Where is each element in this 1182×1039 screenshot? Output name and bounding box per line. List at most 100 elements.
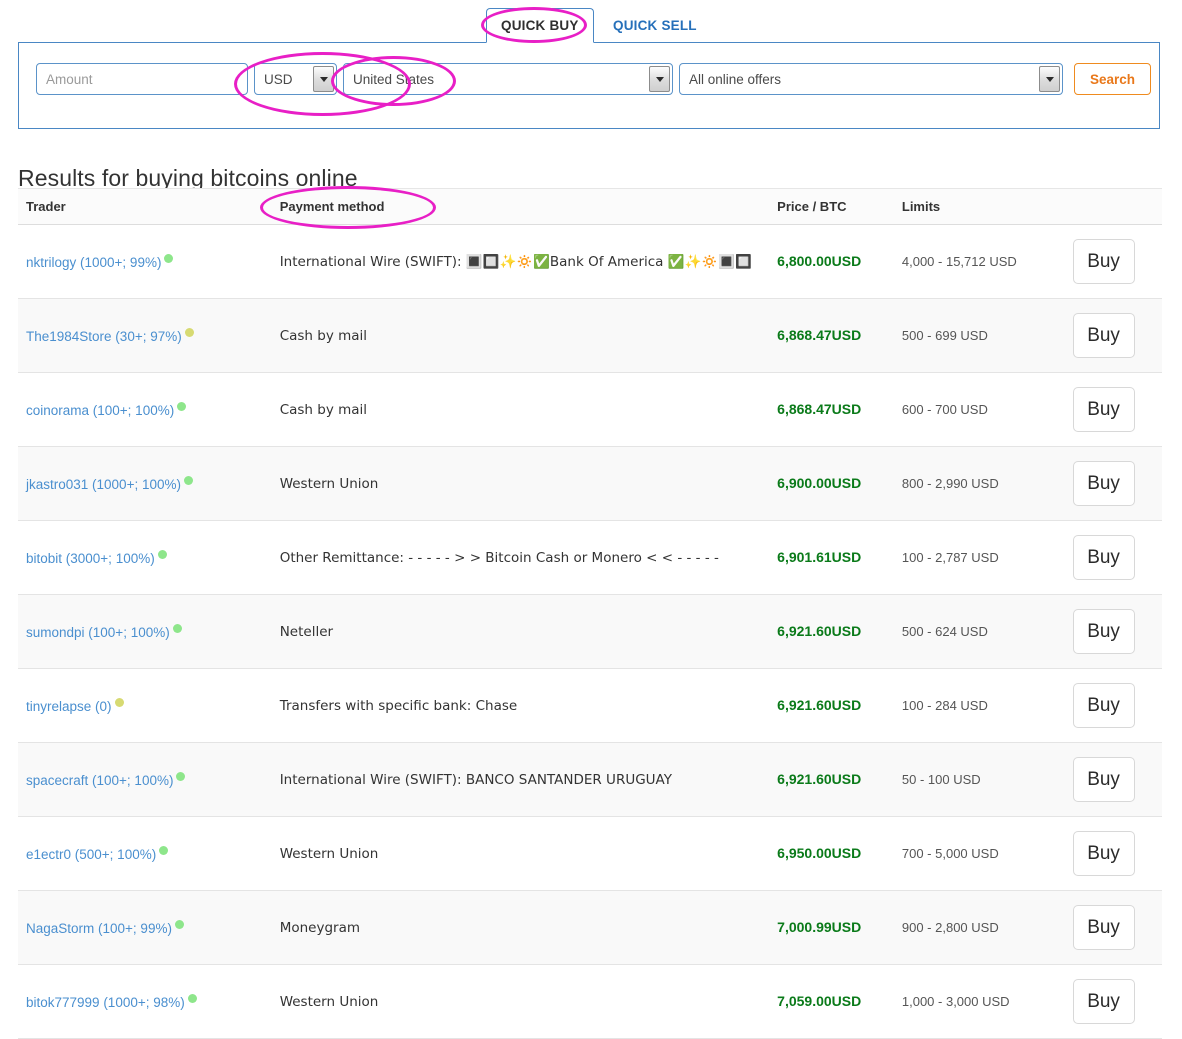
status-dot-online [176,771,186,781]
column-header-price: Price / BTC [769,188,894,225]
table-row: bitok777999 (1000+; 98%) Western Union 7,0… [18,964,1162,1039]
price-value: 7,059.00 [777,993,832,1009]
cell-payment-method: Neteller [271,594,770,669]
column-header-payment-method: Payment method [271,188,770,225]
search-button[interactable]: Search [1074,63,1152,95]
cell-limits: 1,000 - 3,000 USD [893,964,1065,1039]
price-currency: USD [831,697,862,713]
limits-value: 500 - 699 USD [901,328,988,343]
trader-link[interactable]: bitok777999 (1000+; 98%) [26,995,185,1010]
payment-method-text: Moneygram [279,919,360,936]
cell-limits: 50 - 100 USD [893,742,1065,817]
trader-link[interactable]: jkastro031 (1000+; 100%) [26,477,181,492]
cell-limits: 800 - 2,990 USD [893,446,1065,521]
trader-link[interactable]: sumondpi (100+; 100%) [26,625,170,640]
trader-link[interactable]: tinyrelapse (0) [26,699,112,714]
search-panel: USD United States All online offers Sear… [18,42,1160,129]
buy-button[interactable]: Buy [1072,905,1135,950]
trader-link[interactable]: spacecraft (100+; 100%) [26,773,173,788]
cell-action: Buy [1064,742,1162,817]
table-row: nktrilogy (1000+; 99%) International Wire… [18,224,1162,299]
offers-table: Trader Payment method Price / BTC Limits… [18,188,1162,1039]
currency-select[interactable]: USD [254,63,337,95]
cell-trader: spacecraft (100+; 100%) [18,742,272,817]
trader-link[interactable]: The1984Store (30+; 97%) [26,329,182,344]
cell-trader: sumondpi (100+; 100%) [18,594,272,669]
buy-button[interactable]: Buy [1072,683,1135,728]
cell-limits: 500 - 624 USD [893,594,1065,669]
cell-trader: e1ectr0 (500+; 100%) [18,816,272,891]
cell-limits: 900 - 2,800 USD [893,890,1065,965]
cell-price: 7,000.99USD [769,890,894,965]
table-body: nktrilogy (1000+; 99%) International Wire… [18,224,1162,1039]
trader-link[interactable]: nktrilogy (1000+; 99%) [26,255,161,270]
payment-method-text: International Wire (SWIFT): 🔳🔲✨🔅✅Bank Of… [279,253,752,270]
column-header-trader: Trader [18,188,272,225]
trader-link[interactable]: bitobit (3000+; 100%) [26,551,155,566]
status-dot-online [157,549,167,559]
cell-price: 6,868.47USD [769,298,894,373]
cell-trader: coinorama (100+; 100%) [18,372,272,447]
table-row: e1ectr0 (500+; 100%) Western Union 6,950.0… [18,816,1162,891]
country-select[interactable]: United States [343,63,673,95]
tab-bar: QUICK BUY QUICK SELL [18,8,1162,44]
buy-button[interactable]: Buy [1072,239,1135,284]
tab-quick-buy[interactable]: QUICK BUY [486,8,594,43]
buy-button[interactable]: Buy [1072,979,1135,1024]
offers-select[interactable]: All online offers [679,63,1063,95]
cell-action: Buy [1064,594,1162,669]
trader-link[interactable]: NagaStorm (100+; 99%) [26,921,172,936]
payment-method-text: International Wire (SWIFT): BANCO SANTAN… [279,771,672,788]
buy-button[interactable]: Buy [1072,831,1135,876]
cell-action: Buy [1064,668,1162,743]
table-row: spacecraft (100+; 100%) International Wir… [18,742,1162,817]
price-currency: USD [831,919,862,935]
limits-value: 4,000 - 15,712 USD [901,254,1017,269]
cell-payment-method: Cash by mail [271,298,770,373]
chevron-down-icon [649,66,670,92]
price-value: 6,901.61 [777,549,832,565]
cell-price: 6,950.00USD [769,816,894,891]
buy-button[interactable]: Buy [1072,609,1135,654]
price-value: 6,921.60 [777,771,832,787]
tab-quick-sell[interactable]: QUICK SELL [598,8,712,43]
price-value: 7,000.99 [777,919,832,935]
price-currency: USD [831,623,862,639]
buy-button[interactable]: Buy [1072,535,1135,580]
cell-payment-method: International Wire (SWIFT): BANCO SANTAN… [271,742,770,817]
limits-value: 1,000 - 3,000 USD [901,994,1010,1009]
status-dot-online [172,623,182,633]
country-select-value: United States [353,71,435,87]
status-dot-online [164,253,174,263]
buy-button[interactable]: Buy [1072,461,1135,506]
cell-action: Buy [1064,298,1162,373]
buy-button[interactable]: Buy [1072,387,1135,432]
price-currency: USD [831,549,862,565]
price-value: 6,800.00 [777,253,832,269]
cell-price: 6,921.60USD [769,742,894,817]
table-row: bitobit (3000+; 100%) Other Remittance: -… [18,520,1162,595]
buy-button[interactable]: Buy [1072,757,1135,802]
amount-input[interactable] [36,63,248,95]
status-dot-online [174,919,184,929]
trader-link[interactable]: coinorama (100+; 100%) [26,403,174,418]
limits-value: 900 - 2,800 USD [901,920,999,935]
buy-button[interactable]: Buy [1072,313,1135,358]
price-value: 6,868.47 [777,401,832,417]
cell-payment-method: Transfers with specific bank: Chase [271,668,770,743]
table-row: coinorama (100+; 100%) Cash by mail 6,868.… [18,372,1162,447]
payment-method-text: Transfers with specific bank: Chase [279,697,518,714]
cell-price: 6,800.00USD [769,224,894,299]
cell-trader: jkastro031 (1000+; 100%) [18,446,272,521]
chevron-down-icon [313,66,334,92]
price-value: 6,950.00 [777,845,832,861]
tab-quick-buy-label: QUICK BUY [501,18,579,33]
cell-payment-method: Moneygram [271,890,770,965]
trader-link[interactable]: e1ectr0 (500+; 100%) [26,847,156,862]
status-dot-online [159,845,169,855]
limits-value: 100 - 2,787 USD [901,550,999,565]
cell-action: Buy [1064,446,1162,521]
payment-method-text: Western Union [279,993,379,1010]
cell-payment-method: International Wire (SWIFT): 🔳🔲✨🔅✅Bank Of… [271,224,770,299]
payment-method-text: Western Union [279,845,379,862]
